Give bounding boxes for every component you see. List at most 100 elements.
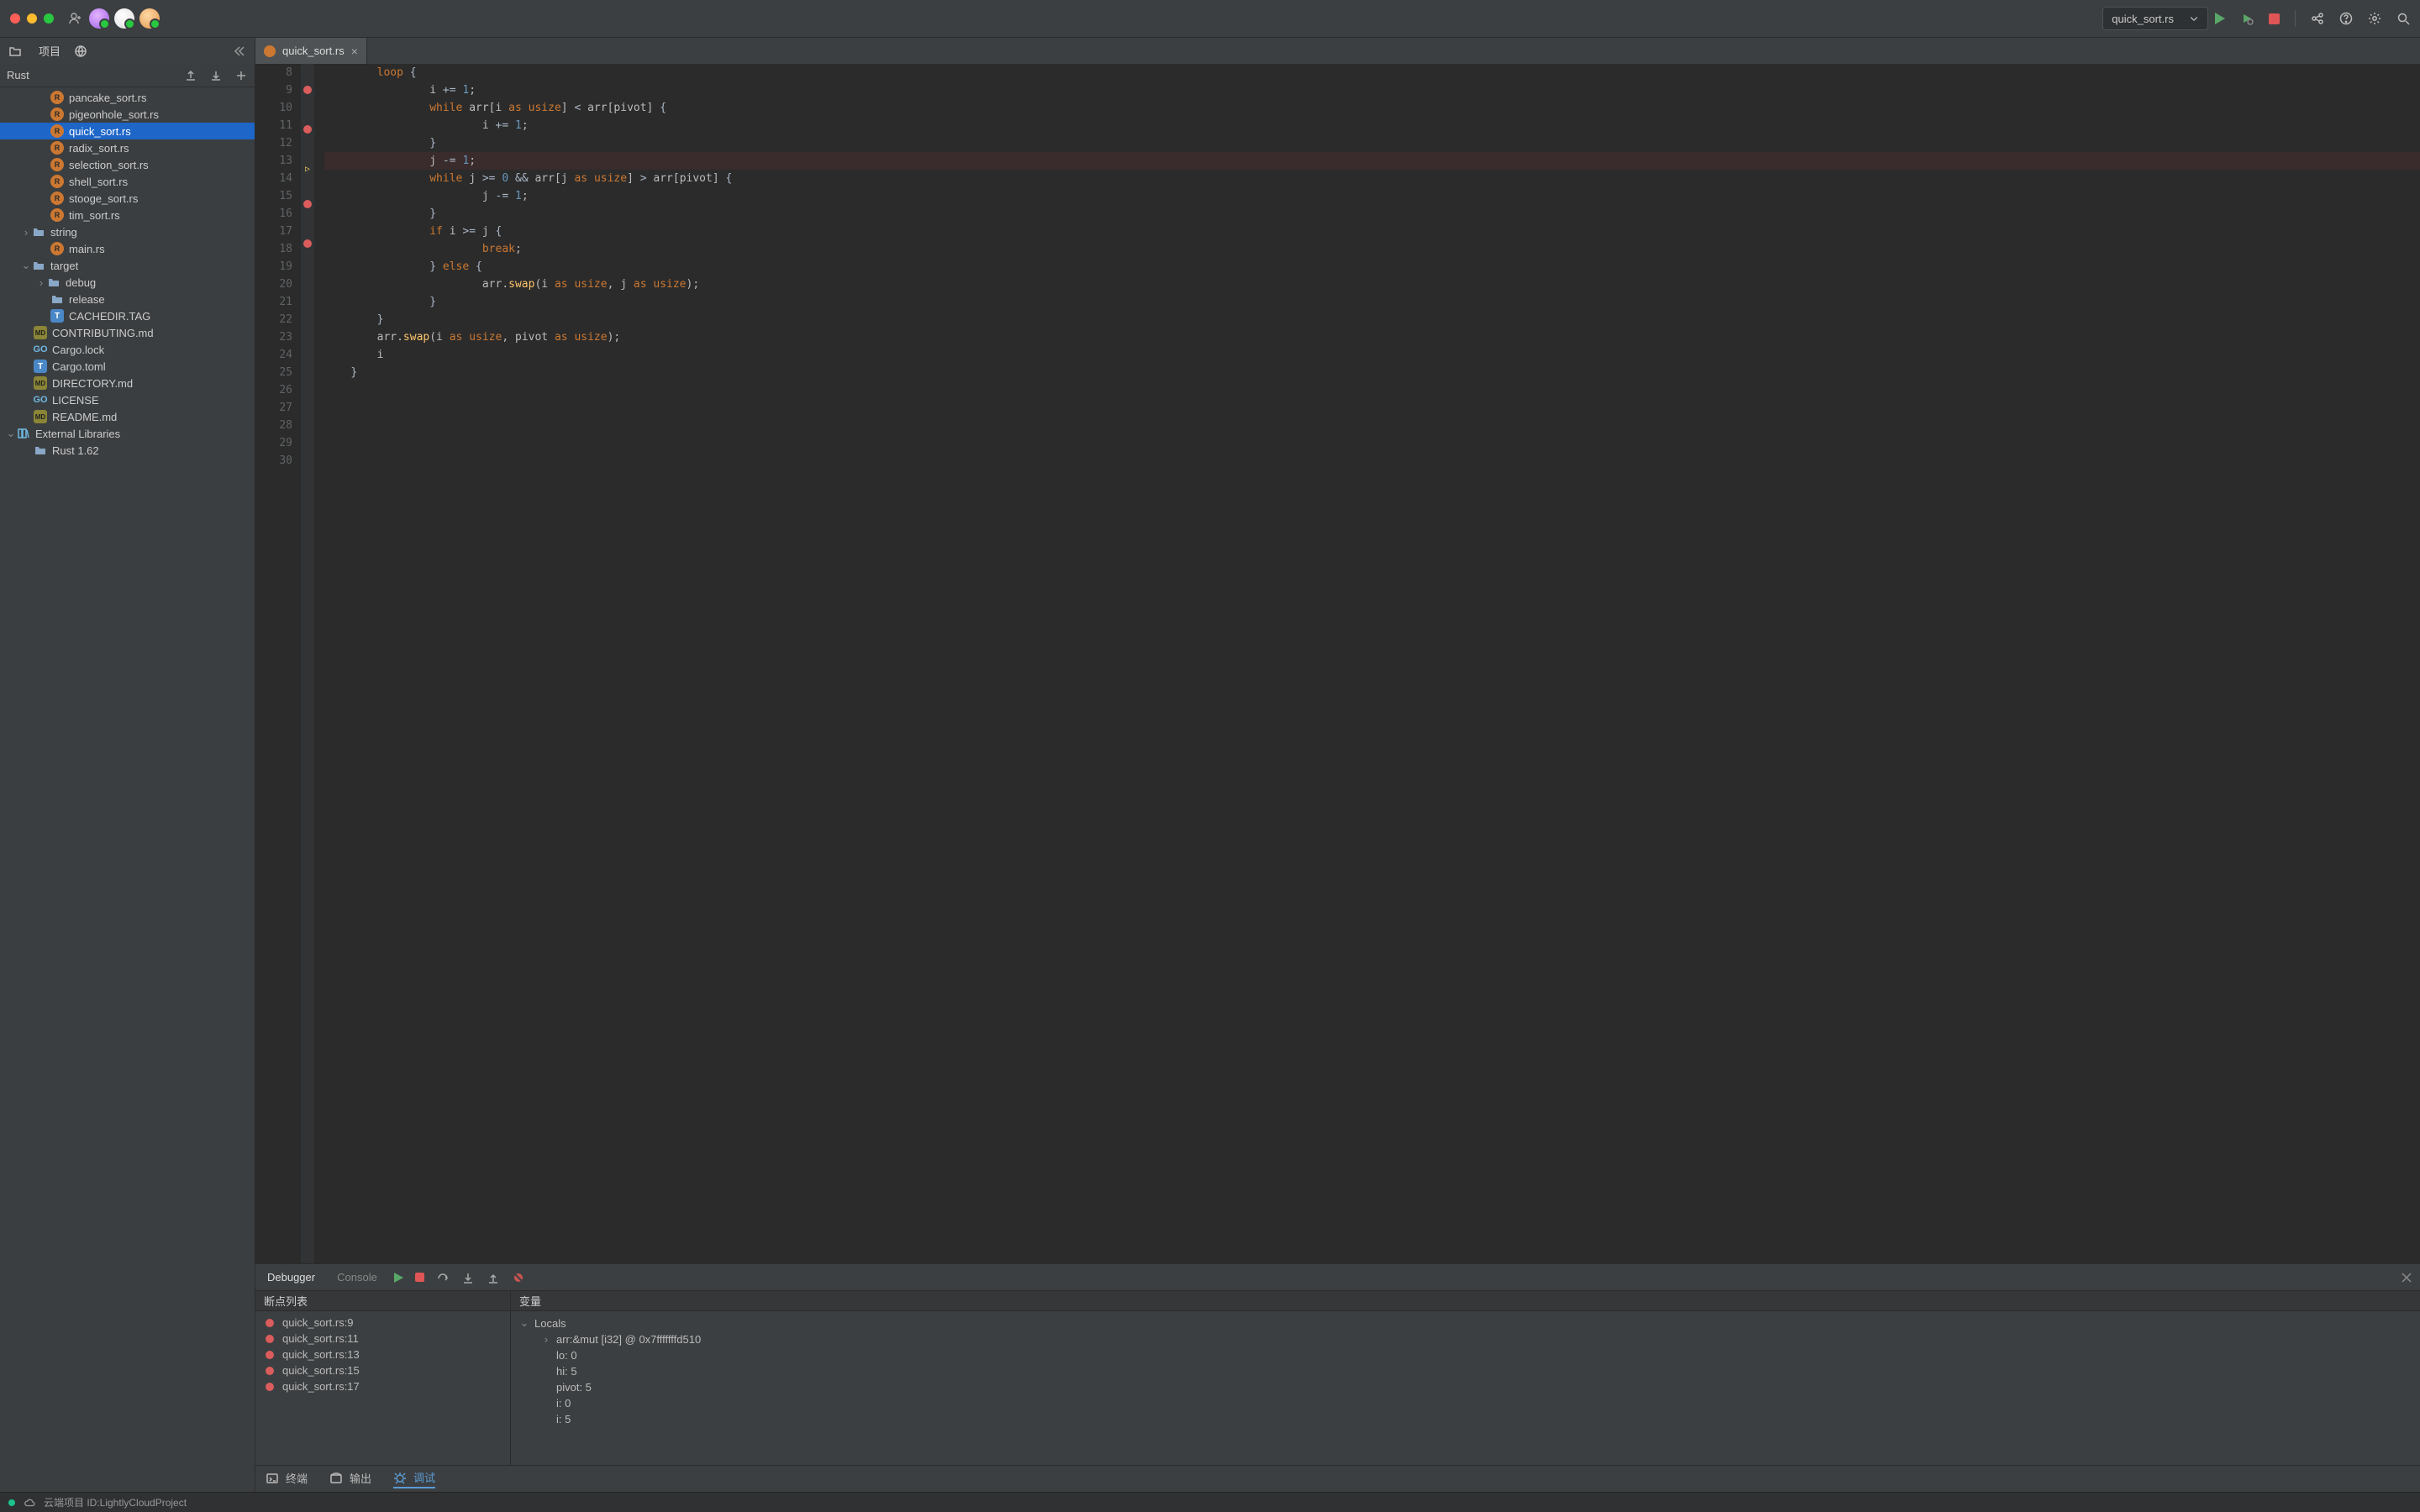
variable-item[interactable]: pivot: 5 [511,1379,2420,1395]
tree-item[interactable]: release [0,291,255,307]
breakpoint-label: quick_sort.rs:15 [282,1364,360,1377]
tree-item[interactable]: Rshell_sort.rs [0,173,255,190]
collapse-sidebar-icon[interactable] [233,45,246,58]
avatar[interactable] [89,8,109,29]
window-controls [10,13,54,24]
tree-item-label: LICENSE [52,394,99,407]
close-debug-panel-icon[interactable] [2400,1271,2413,1284]
add-icon[interactable] [234,69,248,82]
tree-item[interactable]: Rpancake_sort.rs [0,89,255,106]
breakpoint-marker[interactable] [303,125,312,134]
tree-item[interactable]: TCargo.toml [0,358,255,375]
tree-item-label: release [69,293,105,306]
breakpoint-item[interactable]: quick_sort.rs:17 [255,1378,510,1394]
tree-item[interactable]: ⌄target [0,257,255,274]
help-icon[interactable] [2339,12,2353,25]
console-tab[interactable]: Console [332,1271,382,1284]
variable-item[interactable]: hi: 5 [511,1363,2420,1379]
stop-debug-button[interactable] [415,1273,424,1282]
tree-item[interactable]: GOCargo.lock [0,341,255,358]
tree-item-label: Rust 1.62 [52,444,99,457]
project-icon[interactable] [8,45,22,58]
tree-item-label: stooge_sort.rs [69,192,138,205]
terminal-tab[interactable]: 终端 [266,1470,308,1488]
editor-tabs: quick_sort.rs × [255,38,367,64]
breakpoint-marker[interactable] [303,200,312,208]
download-icon[interactable] [209,69,223,82]
tree-item[interactable]: Rquick_sort.rs [0,123,255,139]
editor-tab[interactable]: quick_sort.rs × [255,38,367,64]
code-editor[interactable]: 8910111213141516171819202122232425262728… [255,64,2420,1263]
window-close-button[interactable] [10,13,20,24]
variable-text: pivot: 5 [556,1381,592,1394]
run-button[interactable] [2215,13,2225,24]
breakpoints-list[interactable]: quick_sort.rs:9quick_sort.rs:11quick_sor… [255,1311,510,1465]
window-maximize-button[interactable] [44,13,54,24]
disable-breakpoints-icon[interactable] [512,1271,525,1284]
breakpoint-item[interactable]: quick_sort.rs:11 [255,1331,510,1347]
variables-scope[interactable]: ⌄Locals [511,1315,2420,1331]
tree-item[interactable]: Rtim_sort.rs [0,207,255,223]
step-over-icon[interactable] [436,1271,450,1284]
tree-item[interactable]: ›debug [0,274,255,291]
breakpoint-dot-icon [266,1367,274,1375]
variables-list[interactable]: ⌄Locals›arr:&mut [i32] @ 0x7fffffffd510l… [511,1311,2420,1465]
sidebar-header: Rust [0,64,255,87]
search-icon[interactable] [2396,12,2410,25]
avatar[interactable] [139,8,160,29]
tree-item[interactable]: ⌄External Libraries [0,425,255,442]
variable-text: i: 5 [556,1413,571,1425]
window-minimize-button[interactable] [27,13,37,24]
tree-item[interactable]: Rradix_sort.rs [0,139,255,156]
status-text: 云端项目 ID:LightlyCloudProject [44,1495,187,1509]
variable-item[interactable]: i: 0 [511,1395,2420,1411]
tree-item[interactable]: Rpigeonhole_sort.rs [0,106,255,123]
upload-icon[interactable] [184,69,197,82]
variable-item[interactable]: lo: 0 [511,1347,2420,1363]
stop-button[interactable] [2269,13,2280,24]
run-config-label: quick_sort.rs [2112,13,2174,25]
breakpoint-marker[interactable] [303,239,312,248]
tree-item[interactable]: MDDIRECTORY.md [0,375,255,391]
file-tree[interactable]: Rpancake_sort.rsRpigeonhole_sort.rsRquic… [0,87,255,1492]
web-icon[interactable] [74,45,87,58]
tree-item-label: radix_sort.rs [69,142,129,155]
variable-item[interactable]: ›arr:&mut [i32] @ 0x7fffffffd510 [511,1331,2420,1347]
tree-item[interactable]: Rust 1.62 [0,442,255,459]
tree-item-label: quick_sort.rs [69,125,131,138]
debugger-tab[interactable]: Debugger [262,1271,320,1284]
code-content[interactable]: loop { i += 1; while arr[i as usize] < a… [314,64,2420,1263]
output-tab[interactable]: 输出 [329,1470,371,1488]
tree-item[interactable]: ›string [0,223,255,240]
debug-button[interactable] [2240,12,2254,25]
step-out-icon[interactable] [487,1271,500,1284]
tree-item-label: tim_sort.rs [69,209,120,222]
breakpoint-item[interactable]: quick_sort.rs:13 [255,1347,510,1362]
debug-tab[interactable]: 调试 [393,1469,435,1488]
share-icon[interactable] [2311,12,2324,25]
tree-item[interactable]: MDREADME.md [0,408,255,425]
tree-item[interactable]: Rmain.rs [0,240,255,257]
avatar[interactable] [114,8,134,29]
collaborators [89,8,160,29]
resume-button[interactable] [394,1273,403,1283]
tree-item[interactable]: MDCONTRIBUTING.md [0,324,255,341]
titlebar: quick_sort.rs [0,0,2420,37]
tree-item[interactable]: Rselection_sort.rs [0,156,255,173]
close-tab-icon[interactable]: × [351,45,358,58]
breakpoint-item[interactable]: quick_sort.rs:15 [255,1362,510,1378]
breakpoint-dot-icon [266,1351,274,1359]
run-config-selector[interactable]: quick_sort.rs [2102,7,2208,30]
settings-icon[interactable] [2368,12,2381,25]
tree-item[interactable]: TCACHEDIR.TAG [0,307,255,324]
breakpoint-gutter[interactable]: ▷ [301,64,314,1263]
step-into-icon[interactable] [461,1271,475,1284]
tree-item[interactable]: Rstooge_sort.rs [0,190,255,207]
variable-item[interactable]: i: 5 [511,1411,2420,1427]
breakpoint-marker[interactable] [303,86,312,94]
breakpoint-item[interactable]: quick_sort.rs:9 [255,1315,510,1331]
tool-window-bar: 终端 输出 调试 [255,1465,2420,1492]
tree-item[interactable]: GOLICENSE [0,391,255,408]
add-collaborator-icon[interactable] [69,12,82,25]
status-bar: 云端项目 ID:LightlyCloudProject [0,1492,2420,1512]
